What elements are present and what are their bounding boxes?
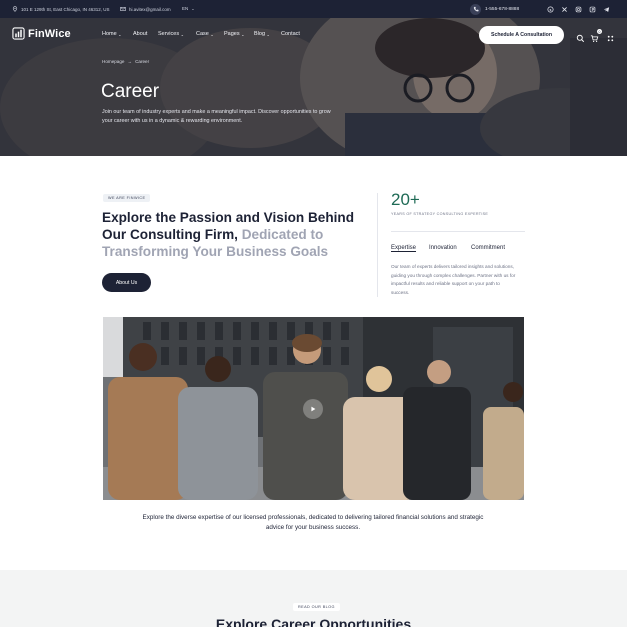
nav-item-label: Pages xyxy=(224,31,240,37)
tab-commitment[interactable]: Commitment xyxy=(471,245,505,251)
menu-icon[interactable] xyxy=(606,30,615,42)
language-selector[interactable]: EN ⌄ xyxy=(182,6,195,11)
nav-item-services[interactable]: Services ⌄ xyxy=(158,31,184,37)
pinterest-icon[interactable] xyxy=(587,4,597,14)
address-text: 101 E 129th St, East Chicago, IN 46312, … xyxy=(21,6,110,12)
phone-number[interactable]: 1-555-678-8888 xyxy=(485,7,519,12)
cart-count-badge: 0 xyxy=(597,29,602,34)
page-title: Career xyxy=(101,81,160,102)
top-bar: 101 E 129th St, East Chicago, IN 46312, … xyxy=(0,0,627,18)
schedule-consultation-button[interactable]: Schedule A Consultation xyxy=(479,26,564,44)
logo[interactable]: FinWice xyxy=(12,27,71,40)
phone-icon xyxy=(470,3,481,15)
breadcrumb-home[interactable]: Homepage xyxy=(102,59,124,64)
tab-innovation[interactable]: Innovation xyxy=(429,245,457,251)
blog-tag: READ OUR BLOG xyxy=(293,603,340,611)
address-item: 101 E 129th St, East Chicago, IN 46312, … xyxy=(12,6,110,12)
breadcrumb-current: Career xyxy=(135,59,150,64)
nav-item-label: Case xyxy=(196,31,209,37)
nav-item-label: Services xyxy=(158,31,180,37)
breadcrumb-separator-icon: → xyxy=(127,59,133,64)
about-us-button[interactable]: About Us xyxy=(102,273,151,292)
chevron-down-icon: ⌄ xyxy=(210,31,214,37)
chevron-down-icon: ⌄ xyxy=(180,31,184,37)
nav-item-label: Contact xyxy=(281,31,300,37)
stat-value: 20+ xyxy=(391,190,420,209)
section-tag: WE ARE FINWICE xyxy=(103,194,151,202)
blog-heading: Explore Career Opportunities xyxy=(215,616,412,627)
play-icon xyxy=(311,406,316,412)
svg-text:s: s xyxy=(549,7,551,11)
stat-label: YEARS OF STRATEGY CONSULTING EXPERTISE xyxy=(391,212,489,216)
nav-item-pages[interactable]: Pages ⌄ xyxy=(224,31,244,37)
nav-item-contact[interactable]: Contact xyxy=(281,31,300,37)
video-caption: Explore the diverse expertise of our lic… xyxy=(142,514,484,531)
divider xyxy=(391,231,525,232)
location-pin-icon xyxy=(12,6,18,12)
nav-item-home[interactable]: Home ⌄ xyxy=(102,31,122,37)
chevron-down-icon: ⌄ xyxy=(118,31,122,37)
nav-item-blog[interactable]: Blog ⌄ xyxy=(254,31,270,37)
email-text[interactable]: hi.avitex@gmail.com xyxy=(129,7,171,12)
breadcrumb: Homepage → Career xyxy=(102,59,149,64)
mail-icon xyxy=(120,6,126,12)
nav-item-label: Blog xyxy=(254,31,266,37)
logo-text: FinWice xyxy=(28,27,71,40)
chevron-down-icon: ⌄ xyxy=(191,6,195,11)
nav-item-case[interactable]: Case ⌄ xyxy=(196,31,214,37)
phone-item[interactable]: 1-555-678-8888 xyxy=(470,3,519,15)
nav-item-label: Home xyxy=(102,31,117,37)
logo-mark-icon xyxy=(12,27,25,40)
email-item[interactable]: hi.avitex@gmail.com xyxy=(120,6,171,12)
tab-expertise[interactable]: Expertise xyxy=(391,245,416,251)
instagram-icon[interactable] xyxy=(573,4,583,14)
chevron-down-icon: ⌄ xyxy=(241,31,245,37)
nav-item-about[interactable]: About xyxy=(133,31,147,37)
divider xyxy=(377,193,378,297)
telegram-icon[interactable] xyxy=(601,4,611,14)
x-icon[interactable] xyxy=(559,4,569,14)
nav-item-label: About xyxy=(133,31,148,37)
hero-description: Join our team of industry experts and ma… xyxy=(102,109,331,124)
play-button[interactable] xyxy=(303,399,323,419)
skype-icon[interactable]: s xyxy=(545,4,555,14)
chevron-down-icon: ⌄ xyxy=(266,31,270,37)
intro-heading: Explore the Passion and Vision Behind Ou… xyxy=(102,209,367,261)
tab-description: Our team of experts delivers tailored in… xyxy=(391,264,516,295)
search-icon[interactable] xyxy=(576,30,585,43)
language-label: EN xyxy=(182,6,189,11)
